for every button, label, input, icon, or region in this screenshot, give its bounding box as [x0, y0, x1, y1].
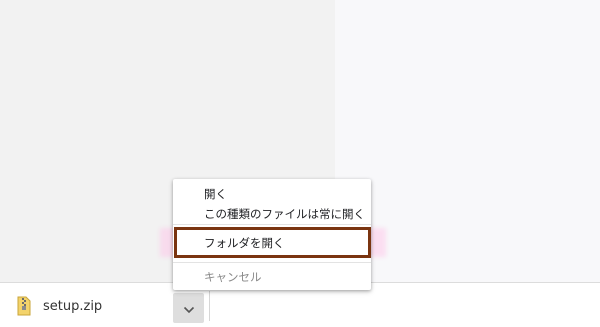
menu-item-always-open[interactable]: この種類のファイルは常に開く [173, 203, 371, 225]
menu-item-open[interactable]: 開く [173, 183, 371, 205]
shelf-divider [209, 291, 210, 321]
chevron-down-icon [183, 299, 195, 318]
download-item[interactable]: setup.zip [16, 295, 102, 317]
zip-file-icon [16, 296, 32, 316]
download-menu-button[interactable] [173, 293, 204, 323]
menu-separator [173, 224, 371, 225]
download-file-name: setup.zip [43, 298, 103, 314]
browser-window: setup.zip 開く この種類のファイルは常に開く フォルダを開く キャンセ… [0, 0, 600, 327]
highlight-box [174, 227, 371, 258]
menu-separator [173, 262, 371, 263]
menu-item-cancel[interactable]: キャンセル [173, 266, 371, 288]
